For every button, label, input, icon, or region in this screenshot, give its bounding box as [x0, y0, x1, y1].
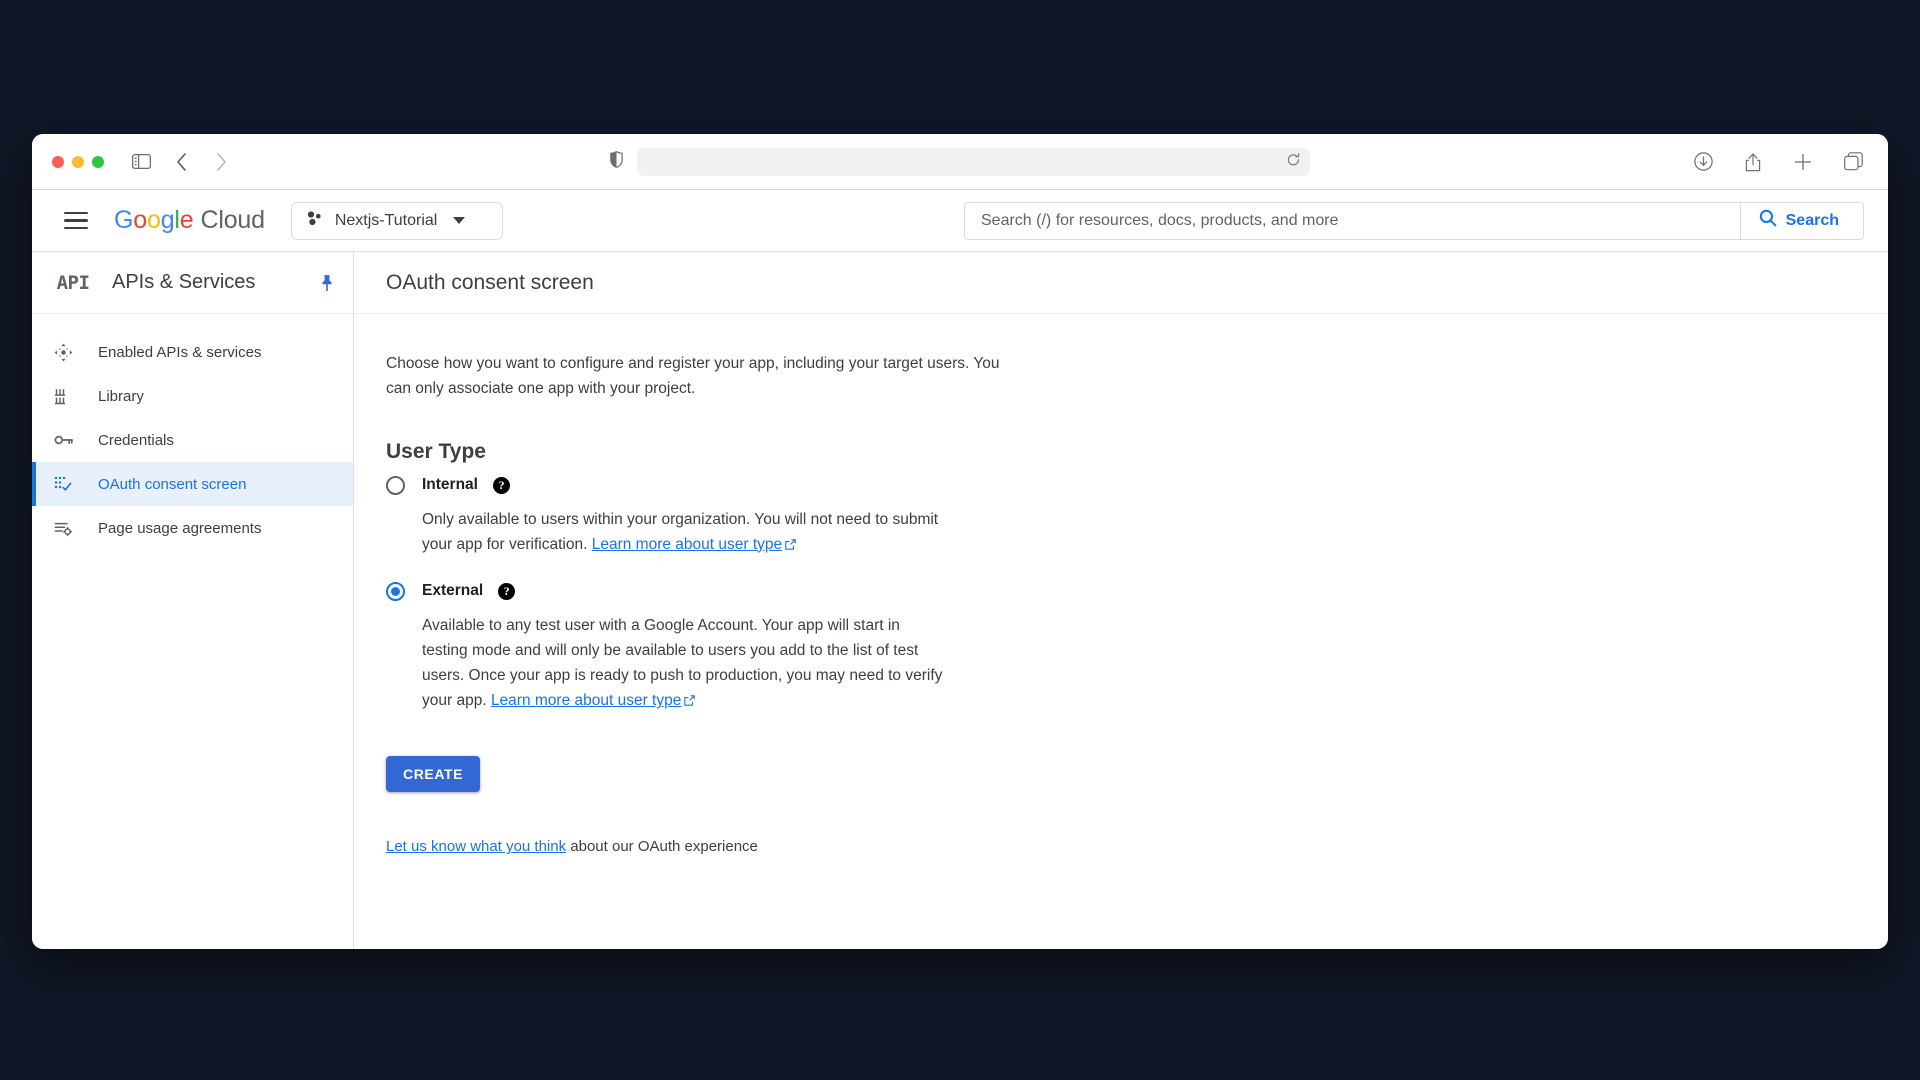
radio-description-internal: Only available to users within your orga…	[422, 507, 952, 558]
oauth-consent-icon	[54, 475, 88, 494]
window-traffic-lights	[52, 155, 104, 168]
enabled-apis-icon	[54, 343, 88, 362]
tab-overview-icon[interactable]	[1838, 147, 1868, 177]
back-button[interactable]	[166, 147, 196, 177]
radio-internal[interactable]	[386, 475, 405, 495]
zoom-window-button[interactable]	[92, 155, 104, 168]
logo-letter-o1: o	[133, 206, 147, 234]
logo-letter-o2: o	[146, 206, 161, 234]
intro-text: Choose how you want to configure and reg…	[386, 355, 1000, 397]
sidebar-item-oauth-consent-screen[interactable]: OAuth consent screen	[32, 462, 353, 506]
feedback-line: Let us know what you think about our OAu…	[386, 838, 1856, 855]
library-icon	[54, 387, 88, 406]
sidebar-header: API APIs & Services	[32, 252, 353, 314]
project-dots-icon	[306, 210, 323, 232]
learn-more-link-label: Learn more about user type	[490, 692, 682, 710]
navigation-arrows	[166, 147, 236, 177]
google-cloud-header: Google Cloud Nextjs-Tutorial Search (/) …	[32, 190, 1888, 252]
minimize-window-button[interactable]	[72, 155, 84, 168]
radio-row-external[interactable]: External ?	[386, 581, 1856, 601]
user-type-option-external: External ? Available to any test user wi…	[386, 581, 1856, 714]
sidebar-title: APIs & Services	[112, 271, 256, 293]
hamburger-menu-icon[interactable]	[64, 211, 88, 230]
sidebar-item-enabled-apis[interactable]: Enabled APIs & services	[32, 330, 353, 374]
sidebar-item-label: Credentials	[98, 431, 174, 449]
browser-window: Google Cloud Nextjs-Tutorial Search (/) …	[32, 134, 1888, 949]
help-icon[interactable]: ?	[492, 476, 510, 494]
search-icon	[1759, 209, 1777, 232]
content-inner: Choose how you want to configure and reg…	[354, 314, 1888, 855]
forward-button[interactable]	[206, 147, 236, 177]
user-type-option-internal: Internal ? Only available to users withi…	[386, 475, 1856, 558]
close-window-button[interactable]	[52, 155, 64, 168]
share-icon[interactable]	[1738, 147, 1768, 177]
main-content: OAuth consent screen Choose how you want…	[354, 252, 1888, 949]
download-icon[interactable]	[1688, 147, 1718, 177]
logo-word-cloud: Cloud	[200, 206, 265, 234]
content-header: OAuth consent screen	[354, 252, 1888, 314]
logo-letter-g2: g	[160, 206, 175, 234]
reload-icon[interactable]	[1287, 153, 1300, 170]
feedback-tail-text: about our OAuth experience	[566, 838, 758, 856]
learn-more-link[interactable]: Learn more about user type	[490, 692, 696, 710]
sidebar-item-label: OAuth consent screen	[98, 475, 247, 493]
radio-description-external: Available to any test user with a Google…	[422, 613, 946, 714]
feedback-link[interactable]: Let us know what you think	[386, 838, 566, 855]
sidebar-toggle-icon[interactable]	[126, 147, 156, 177]
pin-icon[interactable]	[319, 274, 335, 292]
left-sidebar: API APIs & Services Enabled APIs & servi…	[32, 252, 354, 949]
toolbar-right-actions	[1688, 147, 1868, 177]
search-button[interactable]: Search	[1739, 202, 1863, 239]
sidebar-item-page-usage-agreements[interactable]: Page usage agreements	[32, 506, 353, 550]
chevron-down-icon	[453, 217, 466, 224]
radio-label-internal: Internal	[422, 476, 478, 494]
page-body: API APIs & Services Enabled APIs & servi…	[32, 252, 1888, 949]
api-badge: API	[56, 271, 90, 294]
page-title: OAuth consent screen	[386, 270, 594, 294]
global-search: Search	[964, 201, 1864, 240]
shield-icon[interactable]	[610, 150, 623, 173]
new-tab-icon[interactable]	[1788, 147, 1818, 177]
sidebar-item-label: Page usage agreements	[98, 519, 262, 537]
create-button[interactable]: CREATE	[386, 756, 481, 793]
learn-more-link[interactable]: Learn more about user type	[592, 536, 796, 553]
radio-row-internal[interactable]: Internal ?	[386, 475, 1856, 495]
external-link-icon	[684, 689, 696, 714]
project-selector[interactable]: Nextjs-Tutorial	[290, 201, 503, 240]
radio-external[interactable]	[386, 581, 405, 601]
key-icon	[54, 433, 88, 447]
sidebar-item-library[interactable]: Library	[32, 374, 353, 418]
sidebar-item-credentials[interactable]: Credentials	[32, 418, 353, 462]
help-icon[interactable]: ?	[498, 582, 516, 600]
browser-toolbar	[32, 134, 1888, 190]
address-bar-area	[610, 147, 1310, 176]
user-type-section-title: User Type	[386, 439, 486, 463]
sidebar-nav-list: Enabled APIs & services Library Credenti…	[32, 314, 353, 550]
address-bar[interactable]	[637, 147, 1310, 176]
google-cloud-logo[interactable]: Google Cloud	[114, 206, 265, 235]
external-link-icon	[785, 533, 796, 558]
project-name: Nextjs-Tutorial	[334, 211, 438, 229]
radio-label-external: External	[422, 582, 484, 600]
learn-more-link-label: Learn more about user type	[591, 535, 783, 553]
search-button-label: Search	[1785, 211, 1839, 229]
search-input[interactable]	[965, 202, 1740, 239]
sidebar-item-label: Enabled APIs & services	[98, 343, 262, 361]
logo-letter-e: e	[179, 206, 194, 234]
page-usage-icon	[54, 519, 88, 538]
sidebar-item-label: Library	[98, 387, 144, 405]
logo-letter-g1: G	[114, 206, 134, 234]
